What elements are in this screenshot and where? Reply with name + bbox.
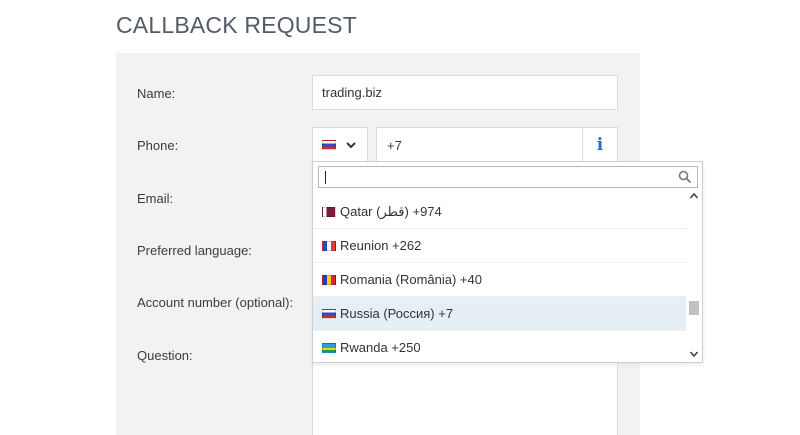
country-option-label: Romania (România) +40 (340, 272, 482, 287)
text-caret (325, 171, 326, 184)
country-option-russia[interactable]: Russia (Россия) +7 (313, 297, 686, 331)
info-icon: i (596, 135, 604, 155)
flag-rwanda-icon (322, 342, 336, 353)
name-field[interactable]: trading.biz (312, 75, 618, 110)
scrollbar-thumb[interactable] (689, 301, 699, 315)
country-option-label: Reunion +262 (340, 238, 422, 253)
chevron-down-icon (346, 142, 356, 149)
email-label: Email: (137, 191, 174, 206)
country-dropdown: Qatar (‫قطر‬‎) +974 Reunion +262 Romania… (312, 161, 703, 365)
search-icon (678, 170, 692, 184)
account-number-label: Account number (optional): (137, 295, 294, 310)
question-label: Question: (137, 348, 193, 363)
country-option-rwanda[interactable]: Rwanda +250 (313, 331, 686, 365)
phone-field[interactable]: +7 (376, 127, 584, 163)
flag-romania-icon (322, 274, 336, 285)
country-option-label: Qatar (‫قطر‬‎) +974 (340, 203, 442, 219)
flag-reunion-icon (322, 240, 336, 251)
name-field-value: trading.biz (322, 85, 382, 100)
country-option-romania[interactable]: Romania (România) +40 (313, 263, 686, 297)
country-list: Qatar (‫قطر‬‎) +974 Reunion +262 Romania… (313, 195, 686, 365)
phone-field-value: +7 (387, 137, 402, 153)
country-search-input[interactable] (318, 166, 698, 188)
country-option-label: Russia (Россия) +7 (340, 306, 454, 321)
flag-qatar-icon (322, 206, 336, 217)
flag-russia-icon (322, 140, 336, 150)
country-option-label: Rwanda +250 (340, 340, 421, 355)
phone-label: Phone: (137, 138, 179, 153)
country-code-select[interactable] (312, 127, 368, 163)
country-option-reunion[interactable]: Reunion +262 (313, 229, 686, 263)
country-option-qatar[interactable]: Qatar (‫قطر‬‎) +974 (313, 195, 686, 229)
flag-russia-icon (322, 308, 336, 319)
chevron-down-icon[interactable] (689, 349, 699, 359)
page-title: CALLBACK REQUEST (116, 12, 357, 38)
chevron-up-icon[interactable] (689, 191, 699, 201)
name-label: Name: (137, 86, 176, 101)
dropdown-scrollbar[interactable] (687, 189, 701, 362)
language-label: Preferred language: (137, 243, 252, 258)
info-button[interactable]: i (582, 127, 618, 163)
